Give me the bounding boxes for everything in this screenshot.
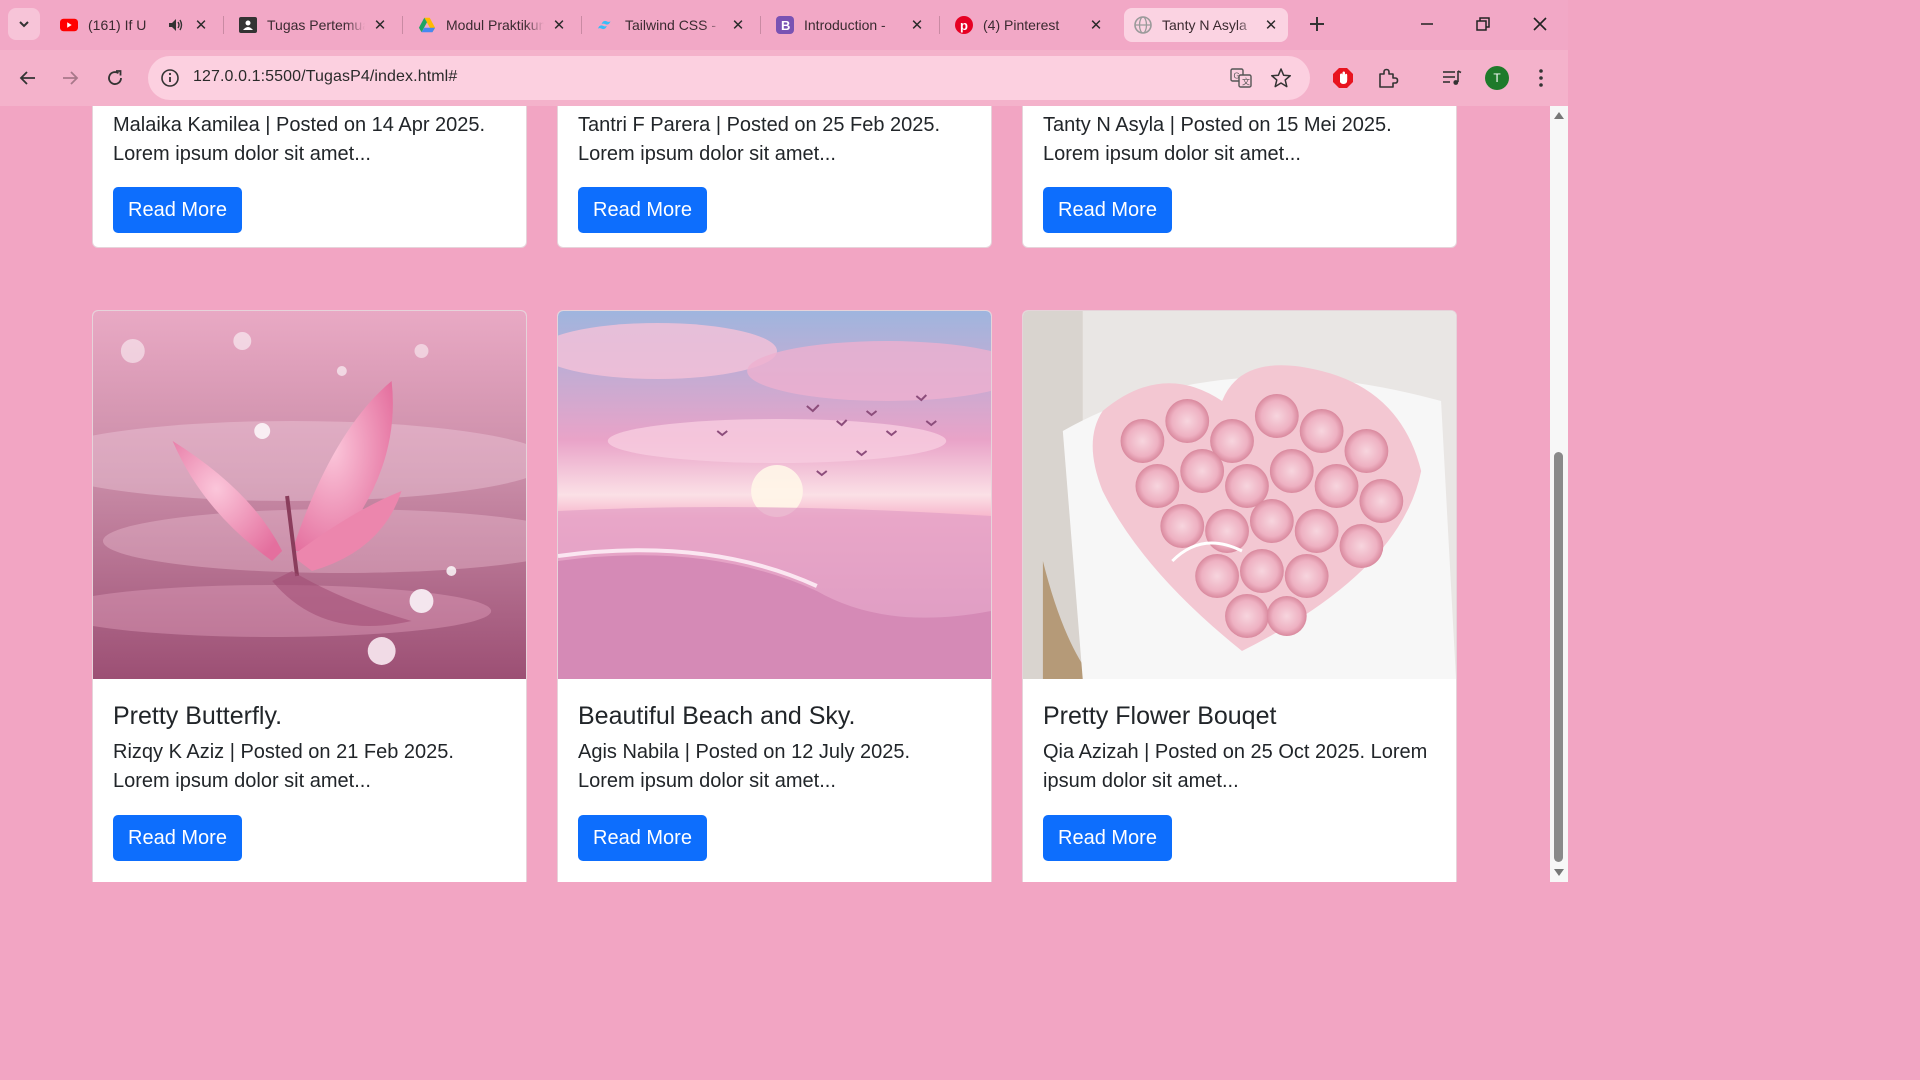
restore-icon: [1476, 17, 1490, 31]
tab-bootstrap[interactable]: B Introduction - ✕: [766, 8, 934, 42]
minimize-button[interactable]: [1413, 10, 1441, 38]
blog-card: Pretty Butterfly. Rizqy K Aziz | Posted …: [92, 310, 527, 882]
classroom-icon: [239, 16, 257, 34]
tab-separator: [223, 16, 224, 34]
url-text[interactable]: 127.0.0.1:5500/TugasP4/index.html#: [193, 68, 457, 86]
close-icon[interactable]: ✕: [729, 16, 747, 34]
tab-active[interactable]: Tanty N Asyla ✕: [1124, 8, 1288, 42]
close-icon[interactable]: ✕: [371, 16, 389, 34]
card-title: Beautiful Beach and Sky.: [578, 702, 856, 730]
back-button[interactable]: [14, 64, 42, 92]
read-more-button[interactable]: Read More: [1043, 187, 1172, 233]
tab-drive[interactable]: Modul Praktikum ✕: [408, 8, 576, 42]
blog-card: Beautiful Beach and Sky. Agis Nabila | P…: [557, 310, 992, 882]
card-meta-text: Tanty N Asyla | Posted on 15 Mei 2025. L…: [1043, 114, 1392, 165]
tab-youtube[interactable]: (161) If U ✕: [50, 8, 218, 42]
close-icon: [1533, 17, 1547, 31]
arrow-left-icon: [19, 71, 35, 85]
arrow-right-icon: [63, 71, 79, 85]
card-title: Pretty Butterfly.: [113, 702, 283, 730]
card-meta-text: Tantri F Parera | Posted on 25 Feb 2025.…: [578, 114, 941, 165]
svg-text:B: B: [781, 18, 790, 33]
globe-icon: [1134, 16, 1152, 34]
minimize-icon: [1421, 23, 1433, 25]
read-more-button[interactable]: Read More: [113, 815, 242, 861]
media-control-icon[interactable]: [1440, 66, 1464, 90]
new-tab-button[interactable]: [1303, 10, 1331, 38]
scroll-up-arrow-icon[interactable]: [1554, 112, 1564, 119]
tab-separator: [402, 16, 403, 34]
card-title: Pretty Flower Bouqet: [1043, 702, 1277, 730]
tab-title: Tailwind CSS -: [625, 17, 717, 33]
blog-card: Tanty N Asyla | Posted on 15 Mei 2025. L…: [1022, 106, 1457, 248]
reload-button[interactable]: [101, 64, 129, 92]
card-meta-text: Qia Azizah | Posted on 25 Oct 2025. Lore…: [1043, 741, 1428, 792]
tailwind-icon: [597, 16, 615, 34]
read-more-button[interactable]: Read More: [578, 815, 707, 861]
tab-pinterest[interactable]: p (4) Pinterest ✕: [945, 8, 1113, 42]
butterfly-image: [93, 311, 526, 679]
close-icon[interactable]: ✕: [192, 16, 210, 34]
chevron-down-icon: [19, 21, 29, 28]
vertical-scrollbar[interactable]: [1550, 106, 1568, 882]
svg-text:G: G: [1234, 72, 1240, 81]
flower-bouquet-image: [1023, 311, 1456, 679]
pinterest-icon: p: [955, 16, 973, 34]
tab-strip: (161) If U ✕ Tugas Pertemuan ✕ Modul Pra…: [0, 0, 1568, 50]
translate-icon[interactable]: G文: [1230, 67, 1252, 89]
tab-title: Tanty N Asyla: [1162, 17, 1247, 33]
blog-card: Tantri F Parera | Posted on 25 Feb 2025.…: [557, 106, 992, 248]
blog-card: Pretty Flower Bouqet Qia Azizah | Posted…: [1022, 310, 1457, 882]
address-bar[interactable]: 127.0.0.1:5500/TugasP4/index.html# G文: [148, 56, 1310, 100]
tab-tailwind[interactable]: Tailwind CSS - ✕: [587, 8, 755, 42]
card-meta-text: Malaika Kamilea | Posted on 14 Apr 2025.…: [113, 114, 486, 165]
tab-separator: [581, 16, 582, 34]
read-more-button[interactable]: Read More: [1043, 815, 1172, 861]
close-icon[interactable]: ✕: [908, 16, 926, 34]
close-window-button[interactable]: [1526, 10, 1554, 38]
tab-title: (4) Pinterest: [983, 17, 1060, 33]
tab-title: Modul Praktikum: [446, 17, 544, 33]
tab-separator: [760, 16, 761, 34]
adblock-extension-icon[interactable]: [1331, 66, 1355, 90]
read-more-button[interactable]: Read More: [578, 187, 707, 233]
reload-icon: [108, 70, 122, 85]
scrollbar-thumb[interactable]: [1554, 452, 1563, 862]
bookmark-star-icon[interactable]: [1270, 67, 1292, 89]
card-meta-text: Rizqy K Aziz | Posted on 21 Feb 2025. Lo…: [113, 741, 454, 792]
tab-separator: [939, 16, 940, 34]
tab-title: (161) If U: [88, 17, 147, 33]
forward-button[interactable]: [56, 64, 84, 92]
tab-title: Introduction -: [804, 17, 886, 33]
svg-text:文: 文: [1242, 77, 1250, 87]
svg-text:p: p: [960, 18, 968, 33]
tab-title: Tugas Pertemuan: [267, 17, 365, 33]
extensions-puzzle-icon[interactable]: [1376, 66, 1400, 90]
page-viewport: Malaika Kamilea | Posted on 14 Apr 2025.…: [0, 106, 1550, 882]
close-icon[interactable]: ✕: [1087, 16, 1105, 34]
read-more-button[interactable]: Read More: [113, 187, 242, 233]
restore-button[interactable]: [1469, 10, 1497, 38]
youtube-icon: [60, 16, 78, 34]
bootstrap-icon: B: [776, 16, 794, 34]
tab-search-button[interactable]: [8, 8, 40, 40]
close-icon[interactable]: ✕: [1262, 16, 1280, 34]
tab-classroom[interactable]: Tugas Pertemuan ✕: [229, 8, 397, 42]
beach-image: [558, 311, 991, 679]
site-info-icon[interactable]: [160, 68, 180, 88]
plus-icon: [1310, 17, 1324, 31]
scroll-down-arrow-icon[interactable]: [1554, 869, 1564, 876]
close-icon[interactable]: ✕: [550, 16, 568, 34]
kebab-menu-icon[interactable]: [1529, 66, 1553, 90]
browser-toolbar: 127.0.0.1:5500/TugasP4/index.html# G文: [0, 50, 1568, 106]
profile-avatar[interactable]: T: [1485, 66, 1509, 90]
google-drive-icon: [418, 16, 436, 34]
blog-card: Malaika Kamilea | Posted on 14 Apr 2025.…: [92, 106, 527, 248]
speaker-icon[interactable]: [168, 18, 186, 32]
card-meta-text: Agis Nabila | Posted on 12 July 2025. Lo…: [578, 741, 911, 792]
